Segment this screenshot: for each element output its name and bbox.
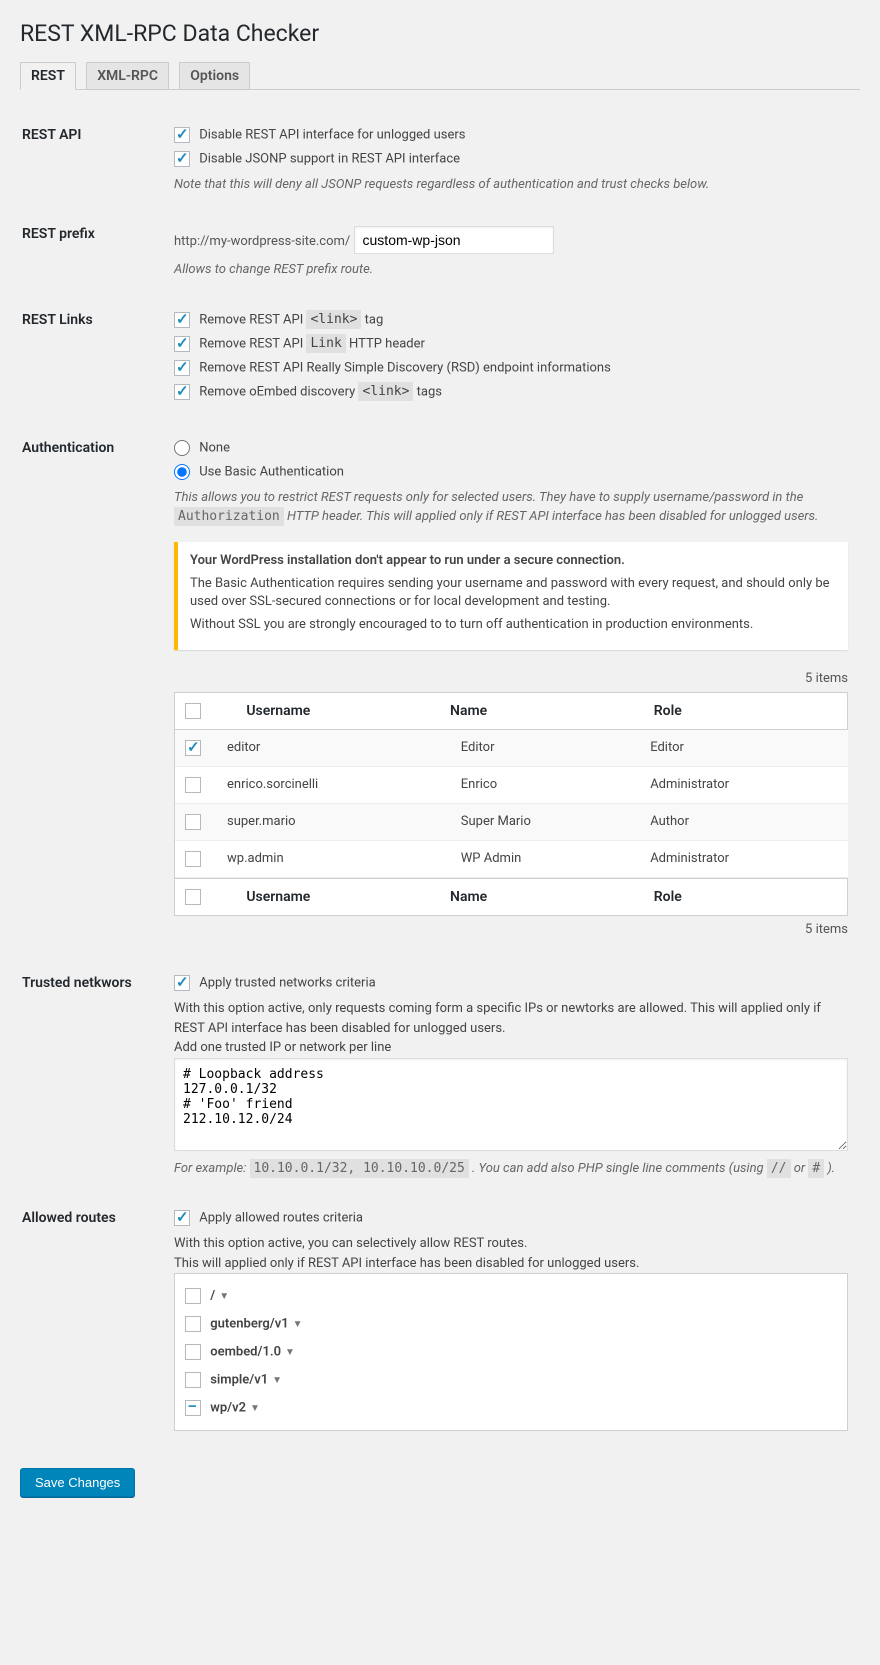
expand-icon[interactable]: ▼ xyxy=(219,1291,229,1302)
tabs: REST XML-RPC Options xyxy=(20,53,860,90)
heading-rest-api: REST API xyxy=(22,112,162,210)
trusted-hint: Add one trusted IP or network per line xyxy=(174,1038,848,1058)
tab-rest[interactable]: REST xyxy=(20,62,76,90)
label-apply-routes: Apply allowed routes criteria xyxy=(199,1211,363,1226)
ssl-warning: Your WordPress installation don't appear… xyxy=(174,542,848,650)
tab-xmlrpc[interactable]: XML-RPC xyxy=(86,62,169,89)
route-row: simple/v1 ▼ xyxy=(185,1366,837,1394)
cb-user-row[interactable] xyxy=(185,740,201,756)
expand-icon[interactable]: ▼ xyxy=(285,1347,295,1358)
trusted-desc: With this option active, only requests c… xyxy=(174,999,848,1038)
heading-authentication: Authentication xyxy=(22,425,162,958)
col-username[interactable]: Username xyxy=(236,692,440,729)
cb-select-all-bottom[interactable] xyxy=(185,889,201,905)
cell-username: editor xyxy=(217,730,451,767)
radio-auth-basic[interactable] xyxy=(174,464,190,480)
route-label[interactable]: oembed/1.0 xyxy=(210,1345,281,1360)
col-username-foot[interactable]: Username xyxy=(236,878,440,915)
users-table-foot: Username Name Role xyxy=(174,878,848,916)
cell-name: Editor xyxy=(451,730,640,767)
cb-route[interactable] xyxy=(185,1344,201,1360)
cell-name: Super Mario xyxy=(451,803,640,840)
input-rest-prefix[interactable] xyxy=(354,226,554,254)
table-row: wp.adminWP AdminAdministrator xyxy=(175,840,848,877)
cb-route[interactable] xyxy=(185,1400,201,1416)
cb-user-row[interactable] xyxy=(185,814,201,830)
cell-role: Author xyxy=(640,803,848,840)
prefix-base-url: http://my-wordpress-site.com/ xyxy=(174,234,350,249)
label-auth-basic: Use Basic Authentication xyxy=(199,464,344,479)
heading-allowed-routes: Allowed routes xyxy=(22,1195,162,1446)
routes-desc2: This will applied only if REST API inter… xyxy=(174,1254,848,1274)
cell-name: Enrico xyxy=(451,766,640,803)
cell-username: wp.admin xyxy=(217,840,451,877)
table-row: enrico.sorcinelliEnricoAdministrator xyxy=(175,766,848,803)
items-count-top: 5 items xyxy=(174,665,848,692)
label-remove-rsd: Remove REST API Really Simple Discovery … xyxy=(199,360,611,375)
col-role[interactable]: Role xyxy=(644,692,848,729)
label-remove-link-tag: Remove REST API <link> tag xyxy=(199,310,383,329)
cb-remove-link-tag[interactable] xyxy=(174,312,190,328)
heading-trusted: Trusted netkwors xyxy=(22,960,162,1193)
page-title: REST XML-RPC Data Checker xyxy=(20,10,860,53)
heading-rest-prefix: REST prefix xyxy=(22,211,162,295)
cb-remove-oembed[interactable] xyxy=(174,384,190,400)
auth-help: This allows you to restrict REST request… xyxy=(174,488,848,527)
label-remove-oembed: Remove oEmbed discovery <link> tags xyxy=(199,382,442,401)
label-apply-trusted: Apply trusted networks criteria xyxy=(199,976,375,991)
route-row: /▼ xyxy=(185,1282,837,1310)
col-role-foot[interactable]: Role xyxy=(644,878,848,915)
cell-username: enrico.sorcinelli xyxy=(217,766,451,803)
tab-options[interactable]: Options xyxy=(179,62,250,89)
items-count-bottom: 5 items xyxy=(174,916,848,943)
route-row: wp/v2 ▼ xyxy=(185,1394,837,1422)
expand-icon[interactable]: ▼ xyxy=(272,1375,282,1386)
label-remove-link-header: Remove REST API Link HTTP header xyxy=(199,334,425,353)
cb-remove-rsd[interactable] xyxy=(174,360,190,376)
cell-username: super.mario xyxy=(217,803,451,840)
cb-route[interactable] xyxy=(185,1316,201,1332)
cb-remove-link-header[interactable] xyxy=(174,336,190,352)
users-scroll[interactable]: editorEditorEditorenrico.sorcinelliEnric… xyxy=(174,730,848,878)
jsonp-note: Note that this will deny all JSONP reque… xyxy=(174,175,848,195)
route-row: oembed/1.0 ▼ xyxy=(185,1338,837,1366)
cb-user-row[interactable] xyxy=(185,777,201,793)
col-name[interactable]: Name xyxy=(440,692,644,729)
cell-role: Administrator xyxy=(640,840,848,877)
cb-user-row[interactable] xyxy=(185,851,201,867)
col-name-foot[interactable]: Name xyxy=(440,878,644,915)
cell-role: Administrator xyxy=(640,766,848,803)
route-label[interactable]: gutenberg/v1 xyxy=(210,1317,288,1332)
cell-role: Editor xyxy=(640,730,848,767)
route-label[interactable]: simple/v1 xyxy=(210,1373,268,1388)
route-label[interactable]: / xyxy=(210,1289,215,1304)
routes-desc1: With this option active, you can selecti… xyxy=(174,1234,848,1254)
route-label[interactable]: wp/v2 xyxy=(210,1401,246,1416)
cb-apply-routes[interactable] xyxy=(174,1210,190,1226)
expand-icon[interactable]: ▼ xyxy=(293,1319,303,1330)
route-row: gutenberg/v1 ▼ xyxy=(185,1310,837,1338)
cb-route[interactable] xyxy=(185,1372,201,1388)
cb-route[interactable] xyxy=(185,1288,201,1304)
radio-auth-none[interactable] xyxy=(174,440,190,456)
trusted-example: For example: 10.10.0.1/32, 10.10.10.0/25… xyxy=(174,1159,848,1179)
cb-disable-jsonp[interactable] xyxy=(174,151,190,167)
label-auth-none: None xyxy=(199,440,230,455)
cb-disable-unlogged[interactable] xyxy=(174,127,190,143)
heading-rest-links: REST Links xyxy=(22,297,162,423)
prefix-help: Allows to change REST prefix route. xyxy=(174,260,848,280)
textarea-trusted-networks[interactable]: # Loopback address 127.0.0.1/32 # 'Foo' … xyxy=(174,1058,848,1151)
expand-icon[interactable]: ▼ xyxy=(250,1403,260,1414)
users-table-head: Username Name Role xyxy=(174,692,848,730)
table-row: editorEditorEditor xyxy=(175,730,848,767)
table-row: super.marioSuper MarioAuthor xyxy=(175,803,848,840)
save-button[interactable]: Save Changes xyxy=(20,1468,135,1497)
users-table-body: editorEditorEditorenrico.sorcinelliEnric… xyxy=(175,730,848,878)
routes-box: /▼ gutenberg/v1▼ oembed/1.0▼ simple/v1▼ … xyxy=(174,1273,848,1431)
cb-select-all-top[interactable] xyxy=(185,703,201,719)
cb-apply-trusted[interactable] xyxy=(174,975,190,991)
label-disable-jsonp: Disable JSONP support in REST API interf… xyxy=(199,151,460,166)
label-disable-unlogged: Disable REST API interface for unlogged … xyxy=(199,127,465,142)
cell-name: WP Admin xyxy=(451,840,640,877)
